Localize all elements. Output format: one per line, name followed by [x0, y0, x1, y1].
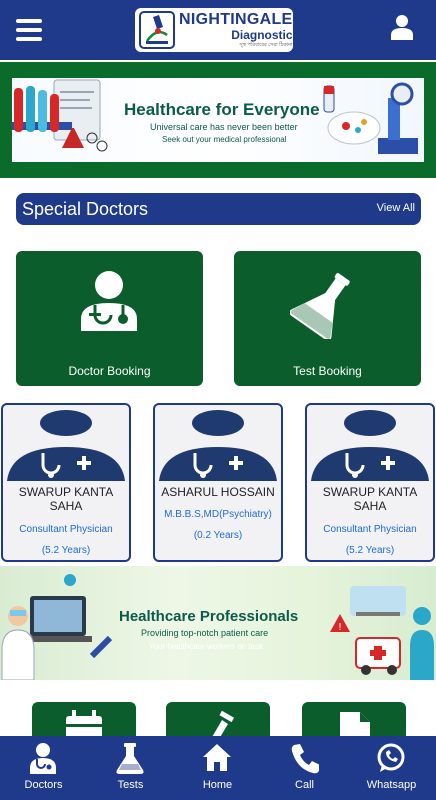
- test-booking-button[interactable]: Test Booking: [234, 251, 421, 386]
- nav-doctors-label: Doctors: [24, 779, 63, 791]
- professionals-title: Healthcare Professionals: [119, 608, 299, 625]
- app-screen: NIGHTINGALE Diagnostic সুস্থ পরিবারের সে…: [0, 0, 436, 800]
- phone-icon: [291, 744, 319, 774]
- doctor-qualification: Consultant Physician: [323, 524, 417, 535]
- doctor-name: SWARUP KANTA SAHA: [322, 485, 418, 513]
- hero-banner[interactable]: Healthcare for Everyone Universal care h…: [0, 62, 436, 178]
- bottom-navigation: Doctors Tests Home Call Whatsapp: [0, 736, 436, 800]
- logo-tagline: সুস্থ পরিবারের সেরা ঠিকানা: [239, 42, 293, 48]
- whatsapp-icon: [377, 743, 405, 772]
- top-app-bar: NIGHTINGALE Diagnostic সুস্থ পরিবারের সে…: [0, 0, 436, 60]
- logo-name: NIGHTINGALE: [179, 11, 293, 28]
- hero-title: Healthcare for Everyone: [124, 100, 320, 119]
- hero-subtitle: Universal care has never been better: [150, 122, 298, 132]
- user-profile-icon[interactable]: [390, 14, 414, 40]
- flask-icon: [116, 743, 144, 774]
- brand-logo[interactable]: NIGHTINGALE Diagnostic সুস্থ পরিবারের সে…: [135, 8, 293, 52]
- nav-tests[interactable]: Tests: [87, 736, 174, 800]
- doctor-icon: [81, 271, 137, 331]
- doctor-icon: [30, 743, 56, 774]
- test-booking-label: Test Booking: [293, 364, 362, 378]
- test-tubes-illustration: [12, 79, 108, 152]
- doctor-card[interactable]: ASHARUL HOSSAIN M.B.B.S,MD(Psychiatry) (…: [153, 403, 283, 562]
- professionals-subtitle: Providing top-notch patient care: [141, 628, 269, 638]
- flask-icon: [290, 273, 350, 339]
- ambulance-illustration: !: [330, 586, 434, 680]
- microscope-illustration: [323, 82, 418, 154]
- doctor-booking-label: Doctor Booking: [68, 364, 151, 378]
- section-title: Special Doctors: [22, 199, 149, 219]
- professionals-tagline: Your healthcare workers on task: [149, 642, 263, 651]
- view-all-link[interactable]: View All: [377, 202, 415, 214]
- professionals-banner[interactable]: Healthcare Professionals Providing top-n…: [0, 566, 436, 680]
- doctor-experience: (0.2 Years): [193, 530, 243, 541]
- doctor-qualification: M.B.B.S,MD(Psychiatry): [164, 509, 272, 520]
- doctor-card[interactable]: SWARUP KANTA SAHA Consultant Physician (…: [1, 403, 131, 562]
- microscope-logo-icon: [139, 11, 175, 49]
- menu-icon[interactable]: [16, 19, 42, 41]
- nav-home[interactable]: Home: [174, 736, 261, 800]
- doctor-card[interactable]: SWARUP KANTA SAHA Consultant Physician (…: [305, 403, 435, 562]
- svg-text:!: !: [338, 622, 342, 633]
- logo-subtitle: Diagnostic: [231, 28, 293, 42]
- doctor-avatar-icon: [311, 410, 429, 481]
- doctor-name: SWARUP KANTA SAHA: [18, 485, 114, 513]
- nav-whatsapp[interactable]: Whatsapp: [348, 736, 435, 800]
- doctor-experience: (5.2 Years): [345, 545, 395, 556]
- nav-whatsapp-label: Whatsapp: [366, 779, 417, 791]
- nav-home-label: Home: [202, 779, 233, 791]
- doctor-booking-button[interactable]: Doctor Booking: [16, 251, 203, 386]
- special-doctors-header: Special Doctors View All: [16, 193, 421, 225]
- doctor-name: ASHARUL HOSSAIN: [161, 485, 275, 499]
- hero-banner-content: Healthcare for Everyone Universal care h…: [12, 78, 424, 162]
- doctor-qualification: Consultant Physician: [19, 524, 113, 535]
- doctor-avatar-icon: [159, 410, 277, 481]
- doctor-avatar-icon: [7, 410, 125, 481]
- nav-doctors[interactable]: Doctors: [0, 736, 87, 800]
- nav-call[interactable]: Call: [261, 736, 348, 800]
- healthcare-workers-illustration: [1, 574, 113, 680]
- hero-tagline: Seek out your medical professional: [162, 135, 287, 144]
- nav-call-label: Call: [295, 779, 314, 791]
- doctor-experience: (5.2 Years): [41, 545, 91, 556]
- home-icon: [203, 744, 231, 771]
- nav-tests-label: Tests: [117, 779, 144, 791]
